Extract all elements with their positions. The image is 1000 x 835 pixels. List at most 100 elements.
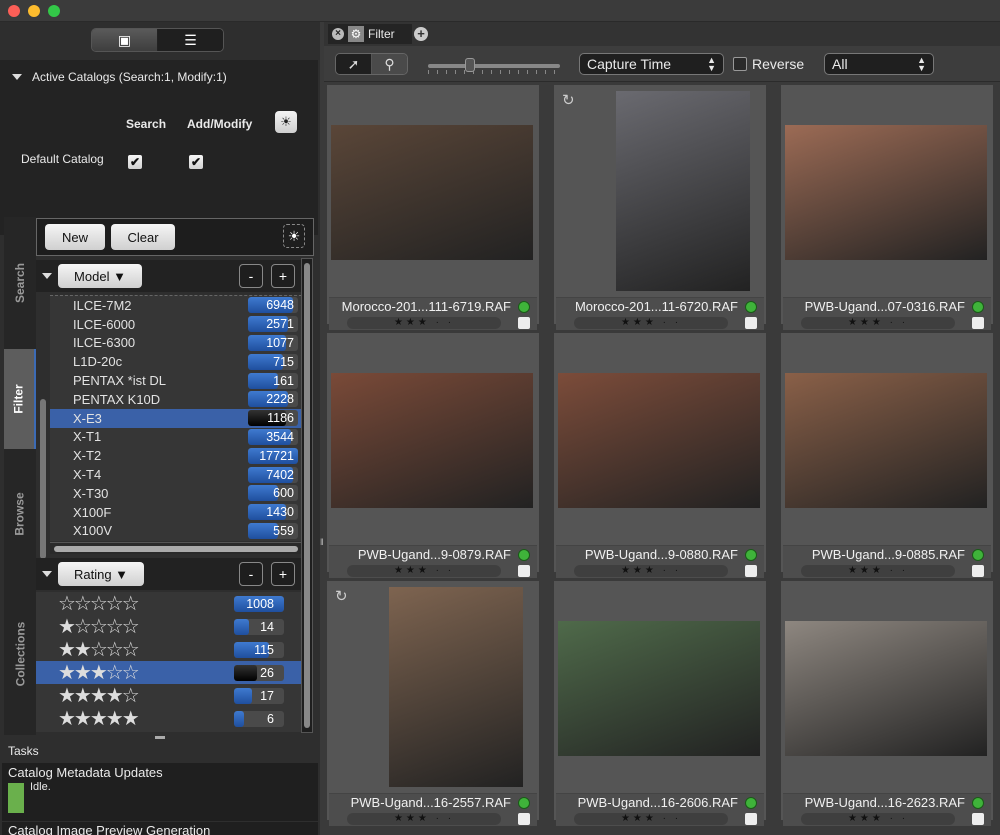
model-facet-row[interactable]: ILCE-6000 2571 — [50, 315, 302, 334]
search-checkbox[interactable]: ✔ — [128, 155, 142, 169]
pick-checkbox[interactable] — [518, 317, 530, 329]
rotate-icon[interactable]: ↻ — [562, 91, 575, 109]
filter-settings-button[interactable]: ☀ — [283, 224, 305, 248]
thumbnail-size-slider[interactable] — [428, 58, 560, 72]
pick-checkbox[interactable] — [518, 813, 530, 825]
thumbnail-image[interactable] — [558, 621, 760, 756]
rating-stars[interactable]: ★★★ · · — [801, 317, 955, 329]
add-facet-button[interactable]: + — [271, 562, 295, 586]
model-facet-row[interactable]: PENTAX K10D 2228 — [50, 390, 302, 409]
rating-stars[interactable]: ★★★ · · — [347, 317, 501, 329]
filter-select[interactable]: All ▲ ▼ — [824, 53, 934, 75]
thumbnail-image[interactable] — [616, 91, 750, 291]
rating-facet-row[interactable]: ★★★☆☆ 26 — [36, 661, 302, 684]
close-window-button[interactable] — [8, 5, 20, 17]
add-modify-checkbox[interactable]: ✔ — [189, 155, 203, 169]
tab-filter[interactable]: Filter — [4, 349, 36, 449]
disclosure-triangle-icon[interactable] — [42, 273, 52, 279]
thumbnail-cell[interactable]: ↻ Morocco-201...11-6720.RAF ★★★ · · — [554, 85, 766, 330]
rating-facet-selector[interactable]: Rating ▼ — [58, 562, 144, 586]
thumbnail-cell[interactable]: ↻ PWB-Ugand...16-2557.RAF ★★★ · · — [327, 581, 539, 826]
remove-facet-button[interactable]: - — [239, 562, 263, 586]
new-button[interactable]: New — [45, 224, 105, 250]
add-facet-button[interactable]: + — [271, 264, 295, 288]
rating-stars[interactable]: ★★★ · · — [347, 813, 501, 825]
tab-browse[interactable]: Browse — [4, 449, 36, 579]
catalog-view-button[interactable]: ▣ — [92, 29, 158, 51]
pick-checkbox[interactable] — [972, 317, 984, 329]
thumbnail-cell[interactable]: PWB-Ugand...9-0885.RAF ★★★ · · — [781, 333, 993, 578]
rating-facet-row[interactable]: ☆☆☆☆☆ 1008 — [36, 592, 302, 615]
thumbnail-cell[interactable]: PWB-Ugand...16-2623.RAF ★★★ · · — [781, 581, 993, 826]
model-facet-row[interactable]: ILCE-7M2 6948 — [50, 296, 302, 315]
tab-search[interactable]: Search — [4, 217, 36, 349]
thumbnail-image[interactable] — [558, 373, 760, 508]
model-name: X100V — [73, 523, 113, 539]
model-facet-row[interactable]: X-E3 1186 — [50, 408, 302, 428]
model-facet-row[interactable]: X100V 559 — [50, 522, 302, 541]
pick-checkbox[interactable] — [972, 565, 984, 577]
model-facet-row[interactable]: X-T4 7402 — [50, 465, 302, 484]
model-facet-row[interactable]: X-T30 600 — [50, 484, 302, 503]
rating-facet-row[interactable]: ★☆☆☆☆ 14 — [36, 615, 302, 638]
sort-select[interactable]: Capture Time ▲ ▼ — [579, 53, 724, 75]
thumbnail-image[interactable] — [785, 125, 987, 260]
minimize-window-button[interactable] — [28, 5, 40, 17]
rating-stars[interactable]: ★★★ · · — [801, 565, 955, 577]
clear-button[interactable]: Clear — [111, 224, 175, 250]
tab-collections[interactable]: Collections — [4, 579, 36, 729]
scroll-thumb[interactable] — [304, 263, 310, 728]
rating-stars[interactable]: ★★★ · · — [801, 813, 955, 825]
thumbnail-image[interactable] — [785, 621, 987, 756]
pick-checkbox[interactable] — [745, 317, 757, 329]
model-facet-row[interactable]: X-T2 17721 — [50, 446, 302, 465]
rating-facet-row[interactable]: ★★★★☆ 17 — [36, 684, 302, 707]
thumbnail-image[interactable] — [331, 373, 533, 508]
rotate-icon[interactable]: ↻ — [335, 587, 348, 605]
model-facet-selector[interactable]: Model ▼ — [58, 264, 142, 288]
thumbnail-cell[interactable]: PWB-Ugand...9-0880.RAF ★★★ · · — [554, 333, 766, 578]
pick-checkbox[interactable] — [972, 813, 984, 825]
pointer-tool-button[interactable]: ➚ — [336, 54, 372, 74]
thumbnail-image[interactable] — [785, 373, 987, 508]
zoom-window-button[interactable] — [48, 5, 60, 17]
list-view-button[interactable]: ☰ — [158, 29, 223, 51]
thumbnail-cell[interactable]: PWB-Ugand...16-2606.RAF ★★★ · · — [554, 581, 766, 826]
thumbnail-image[interactable] — [389, 587, 523, 787]
reverse-checkbox[interactable]: Reverse — [733, 56, 804, 72]
pick-checkbox[interactable] — [745, 565, 757, 577]
model-facet-row[interactable]: PENTAX *ist DL 161 — [50, 371, 302, 390]
rating-stars[interactable]: ★★★ · · — [574, 317, 728, 329]
thumbnail-cell[interactable]: Morocco-201...111-6719.RAF ★★★ · · — [327, 85, 539, 330]
active-catalogs-header[interactable]: Active Catalogs (Search:1, Modify:1) — [12, 70, 227, 84]
add-tab-button[interactable]: + — [414, 27, 428, 41]
zoom-tool-button[interactable]: ⚲ — [372, 54, 407, 74]
resize-handle[interactable] — [155, 736, 165, 739]
list-scrollbar[interactable] — [40, 399, 46, 559]
rating-facet-row[interactable]: ★★★★★ 6 — [36, 707, 302, 730]
scroll-thumb[interactable] — [54, 546, 298, 552]
pick-checkbox[interactable] — [745, 813, 757, 825]
model-facet-row[interactable]: X-T1 3544 — [50, 428, 302, 447]
pick-checkbox[interactable] — [518, 565, 530, 577]
thumbnail-image[interactable] — [331, 125, 533, 260]
rating-stars[interactable]: ★★★ · · — [574, 813, 728, 825]
checkbox-box[interactable] — [733, 57, 747, 71]
tab-filter-browser[interactable]: × ⚙ Filter — [328, 24, 412, 44]
rating-facet-row[interactable]: ★★☆☆☆ 115 — [36, 638, 302, 661]
model-facet-row[interactable]: X100F 1430 — [50, 503, 302, 522]
rating-stars[interactable]: ★★★ · · — [574, 565, 728, 577]
disclosure-triangle-icon[interactable] — [42, 571, 52, 577]
thumbnail-cell[interactable]: PWB-Ugand...07-0316.RAF ★★★ · · — [781, 85, 993, 330]
close-tab-icon[interactable]: × — [332, 28, 344, 40]
rating-stars[interactable]: ★★★ · · — [347, 565, 501, 577]
remove-facet-button[interactable]: - — [239, 264, 263, 288]
model-facet-row[interactable]: L1D-20c 715 — [50, 352, 302, 371]
catalog-settings-button[interactable]: ☀ — [275, 111, 297, 133]
splitter-handle[interactable]: ‖ — [320, 537, 324, 547]
search-column-header: Search — [126, 117, 167, 131]
model-facet-row[interactable]: ILCE-6300 1077 — [50, 334, 302, 353]
vertical-scrollbar[interactable] — [301, 258, 313, 733]
horizontal-scrollbar[interactable] — [50, 542, 302, 554]
thumbnail-cell[interactable]: PWB-Ugand...9-0879.RAF ★★★ · · — [327, 333, 539, 578]
